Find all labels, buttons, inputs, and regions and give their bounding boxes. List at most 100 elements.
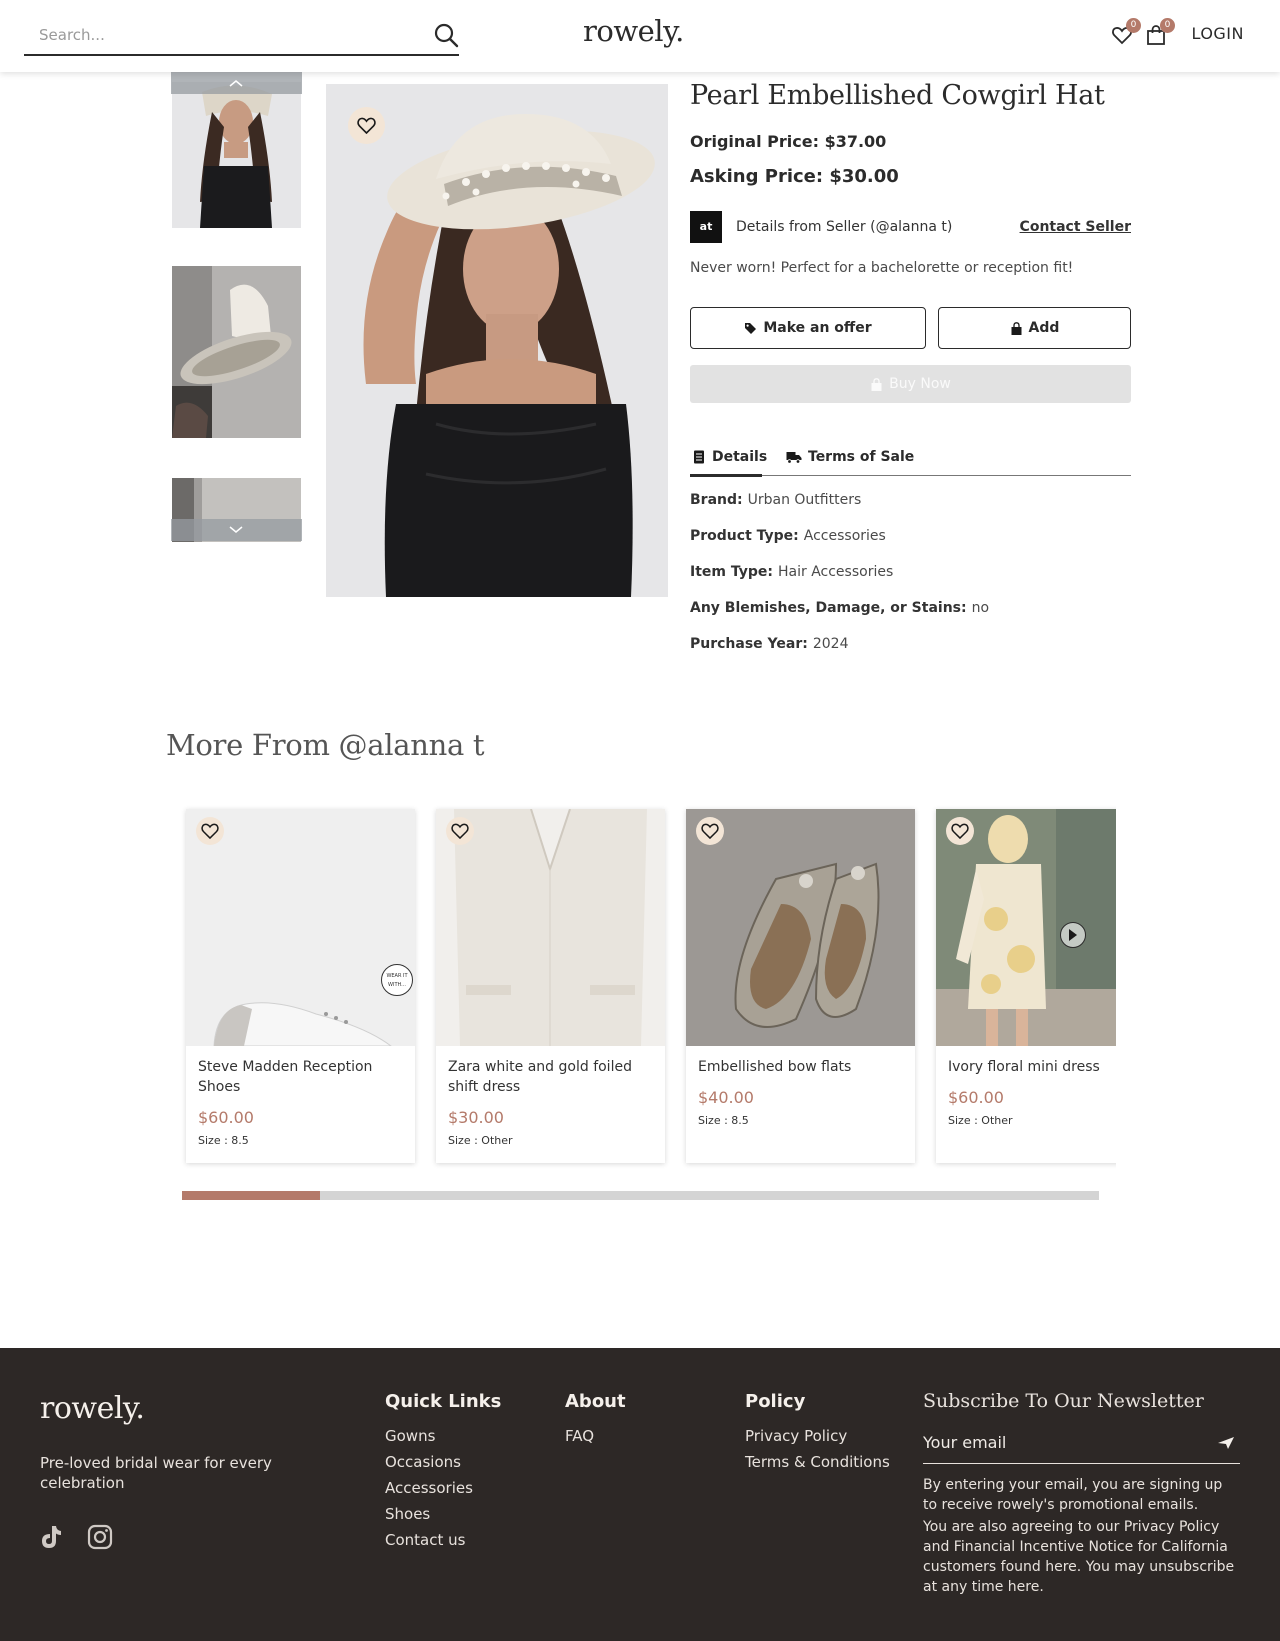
card-image [686,809,915,1046]
quick-links-heading: Quick Links [385,1391,502,1412]
send-icon[interactable] [1218,1436,1234,1450]
card-price: $30.00 [448,1108,504,1127]
card-title: Embellished bow flats [698,1059,852,1075]
footer-link-accessories[interactable]: Accessories [385,1479,473,1497]
card-price: $40.00 [698,1088,754,1107]
product-card[interactable]: Ivory floral mini dress $60.00 Size : Ot… [936,809,1116,1163]
tab-terms-of-sale[interactable]: Terms of Sale [786,445,914,469]
footer-link-occasions[interactable]: Occasions [385,1453,461,1471]
policy-heading: Policy [745,1391,806,1412]
cart-button[interactable]: 0 [1145,18,1175,46]
add-to-cart-button[interactable]: Add [938,307,1131,349]
footer-link-contact[interactable]: Contact us [385,1531,465,1549]
card-title: Steve Madden Reception Shoes [198,1059,373,1095]
spec-key: Brand: [690,492,743,508]
product-card[interactable]: Embellished bow flats $40.00 Size : 8.5 [686,809,915,1163]
wear-it-with-label: WEAR IT WITH... [386,973,408,988]
card-image: WEAR IT WITH... [186,809,415,1046]
wishlist-button[interactable]: 0 [1111,18,1141,46]
seller-details-label: Details from Seller (@alanna t) [736,219,953,235]
seller-avatar: at [690,211,722,243]
product-description: Never worn! Perfect for a bachelorette o… [690,260,1074,276]
newsletter-heading: Subscribe To Our Newsletter [923,1390,1204,1412]
spec-value: Accessories [803,528,886,544]
instagram-icon[interactable] [87,1524,113,1550]
card-photo [436,809,665,1046]
card-photo [186,809,415,1046]
carousel-scroll-thumb[interactable] [182,1191,320,1200]
tab-details[interactable]: Details [692,445,767,469]
newsletter-legal-1: By entering your email, you are signing … [923,1477,1223,1513]
card-price: $60.00 [948,1088,1004,1107]
card-image [936,809,1116,1046]
spec-item-type: Item Type: Hair Accessories [690,564,893,580]
search-input[interactable] [24,18,414,52]
site-logo[interactable]: rowely. [583,14,684,48]
product-photo [326,84,668,597]
chevron-right-icon [1069,929,1077,941]
card-price: $60.00 [198,1108,254,1127]
product-card[interactable]: Zara white and gold foiled shift dress $… [436,809,665,1163]
original-price: Original Price: $37.00 [690,132,887,151]
contact-seller-link[interactable]: Contact Seller [1020,219,1131,235]
shopping-bag-icon [871,377,882,391]
search-icon[interactable] [433,22,459,48]
spec-blemishes: Any Blemishes, Damage, or Stains: no [690,600,989,616]
favorite-button[interactable] [946,817,974,845]
product-tabs: Details Terms of Sale [690,441,1131,477]
footer-link-faq[interactable]: FAQ [565,1427,594,1445]
footer-logo[interactable]: rowely. [40,1391,145,1426]
more-from-heading: More From @alanna t [166,728,485,762]
footer-link-terms[interactable]: Terms & Conditions [745,1453,890,1471]
login-link[interactable]: LOGIN [1191,24,1244,43]
about-heading: About [565,1391,626,1412]
wear-it-with-badge[interactable]: WEAR IT WITH... [381,964,413,996]
heart-icon [357,117,376,134]
shopping-bag-icon [1011,321,1022,335]
asking-price: Asking Price: $30.00 [690,166,899,187]
more-from-carousel: WEAR IT WITH... Steve Madden Reception S… [180,800,1116,1170]
carousel-scrollbar[interactable] [182,1191,1099,1200]
chevron-down-icon [229,526,243,533]
footer-link-shoes[interactable]: Shoes [385,1505,430,1523]
card-title: Zara white and gold foiled shift dress [448,1059,632,1095]
favorite-button[interactable] [348,107,385,144]
buy-now-button[interactable]: Buy Now [690,365,1131,403]
product-main-image[interactable] [326,84,668,597]
card-image [436,809,665,1046]
tag-icon [745,322,757,334]
newsletter-email-input[interactable] [923,1424,1203,1460]
favorite-button[interactable] [196,817,224,845]
active-tab-indicator [690,474,762,477]
newsletter-form [923,1424,1240,1464]
site-header: rowely. 0 0 LOGIN [0,0,1280,72]
spec-value: Hair Accessories [778,564,894,580]
card-size: Size : 8.5 [198,1134,249,1147]
thumb-scroll-up[interactable] [171,72,302,94]
seller-row: at Details from Seller (@alanna t) Conta… [690,211,1131,243]
spec-product-type: Product Type: Accessories [690,528,886,544]
product-card[interactable]: WEAR IT WITH... Steve Madden Reception S… [186,809,415,1163]
cart-count-badge: 0 [1160,18,1175,33]
heart-icon [951,823,969,839]
make-offer-label: Make an offer [763,320,872,336]
product-title: Pearl Embellished Cowgirl Hat [690,80,1105,111]
thumb-scroll-down[interactable] [171,519,302,541]
thumbnail-1[interactable] [172,82,301,228]
card-photo [686,809,915,1046]
heart-icon [451,823,469,839]
make-offer-button[interactable]: Make an offer [690,307,926,349]
card-title: Ivory floral mini dress [948,1059,1100,1075]
favorite-button[interactable] [696,817,724,845]
thumbnail-2[interactable] [172,266,301,438]
footer-link-privacy[interactable]: Privacy Policy [745,1427,847,1445]
spec-key: Product Type: [690,528,799,544]
footer-link-gowns[interactable]: Gowns [385,1427,435,1445]
tab-terms-label: Terms of Sale [808,449,915,465]
add-label: Add [1028,320,1060,336]
carousel-next-button[interactable] [1060,922,1086,948]
newsletter-legal-2: You are also agreeing to our Privacy Pol… [923,1519,1235,1595]
favorite-button[interactable] [446,817,474,845]
tiktok-icon[interactable] [38,1524,64,1550]
spec-brand: Brand: Urban Outfitters [690,492,861,508]
